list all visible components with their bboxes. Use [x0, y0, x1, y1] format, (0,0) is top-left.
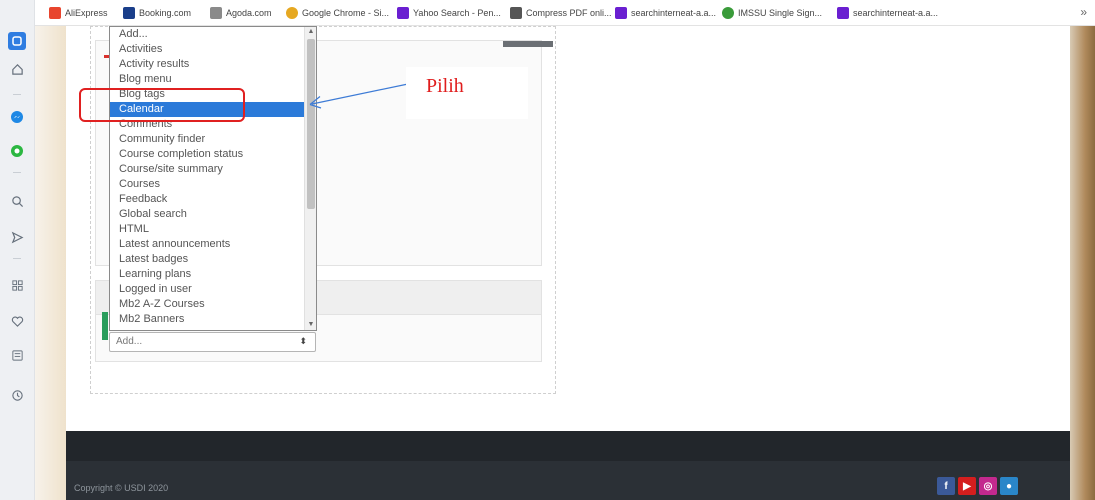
annotation-arrow — [309, 83, 409, 109]
dropdown-option[interactable]: Mb2 Banners — [110, 312, 305, 327]
agoda-icon — [210, 7, 222, 19]
youtube-icon[interactable]: ▶ — [958, 477, 976, 495]
heart-icon[interactable] — [8, 312, 26, 330]
annotation-callout: Pilih — [406, 67, 528, 119]
dropdown-option[interactable]: Logged in user — [110, 282, 305, 297]
facebook-icon[interactable]: f — [937, 477, 955, 495]
aliexpress-icon — [49, 7, 61, 19]
bookmark-agoda[interactable]: Agoda.com — [210, 6, 272, 20]
footer-top-band — [66, 431, 1070, 461]
dropdown-option[interactable]: Latest badges — [110, 252, 305, 267]
home-icon[interactable] — [8, 60, 26, 78]
yahoo-icon — [615, 7, 627, 19]
scroll-up-icon[interactable]: ▲ — [305, 27, 316, 37]
calendar-highlight-box — [79, 88, 245, 122]
block-header-button[interactable] — [503, 41, 553, 47]
bookmark-booking[interactable]: Booking.com — [123, 6, 191, 20]
copyright-text: Copyright © USDI 2020 — [74, 483, 169, 493]
background-strip-left — [35, 26, 66, 500]
background-strip-right — [1070, 26, 1095, 500]
news-icon[interactable] — [8, 346, 26, 364]
apps-icon[interactable] — [8, 276, 26, 294]
dropdown-option[interactable]: Mb2 A-Z Courses — [110, 297, 305, 312]
bookmark-yahoo-search[interactable]: Yahoo Search - Pen... — [397, 6, 501, 20]
dropdown-option[interactable]: Blog menu — [110, 72, 305, 87]
bookmarks-more-button[interactable]: » — [1080, 5, 1087, 19]
bookmark-aliexpress[interactable]: AliExpress — [49, 6, 108, 20]
bookmarks-bar: AliExpress Booking.com Agoda.com Google … — [35, 0, 1095, 26]
dropdown-option[interactable]: Add... — [110, 27, 305, 42]
add-block-dropdown[interactable]: Add... Activities Activity results Blog men… — [109, 26, 317, 331]
footer: Copyright © USDI 2020 f ▶ ◎ ● — [66, 461, 1070, 500]
globe-icon[interactable]: ● — [1000, 477, 1018, 495]
whatsapp-icon[interactable] — [8, 142, 26, 160]
bookmark-searchinterneat-1[interactable]: searchinterneat-a.a... — [615, 6, 716, 20]
history-icon[interactable] — [8, 386, 26, 404]
scroll-down-icon[interactable]: ▼ — [305, 320, 316, 330]
add-block-tab — [102, 312, 108, 340]
bookmark-compress-pdf[interactable]: Compress PDF onli... — [510, 6, 612, 20]
annotation-text: Pilih — [426, 75, 464, 97]
dropdown-option[interactable]: Courses — [110, 177, 305, 192]
add-block-select-value: Add... — [116, 336, 143, 347]
instagram-icon[interactable]: ◎ — [979, 477, 997, 495]
imssu-icon — [722, 7, 734, 19]
dropdown-option[interactable]: Activities — [110, 42, 305, 57]
dropdown-option[interactable]: Activity results — [110, 57, 305, 72]
browser-sidebar — [0, 0, 35, 500]
dropdown-option[interactable]: HTML — [110, 222, 305, 237]
booking-icon — [123, 7, 135, 19]
yahoo-icon — [837, 7, 849, 19]
dropdown-option[interactable]: Course/site summary — [110, 162, 305, 177]
add-block-select[interactable]: Add... ⬍ — [109, 332, 316, 352]
bookmark-google-chrome[interactable]: Google Chrome - Si... — [286, 6, 389, 20]
bookmark-imssu[interactable]: IMSSU Single Sign... — [722, 6, 822, 20]
send-icon[interactable] — [8, 228, 26, 246]
dropdown-option[interactable]: Feedback — [110, 192, 305, 207]
scroll-thumb[interactable] — [307, 39, 315, 209]
search-icon[interactable] — [8, 192, 26, 210]
dropdown-scrollbar[interactable]: ▲ ▼ — [304, 27, 316, 330]
select-arrows-icon: ⬍ — [299, 336, 307, 346]
dropdown-option[interactable]: Learning plans — [110, 267, 305, 282]
chrome-icon — [286, 7, 298, 19]
document-icon — [510, 7, 522, 19]
messenger-icon[interactable] — [8, 108, 26, 126]
dropdown-option[interactable]: Community finder — [110, 132, 305, 147]
dropdown-option[interactable]: Latest announcements — [110, 237, 305, 252]
browser-home-icon[interactable] — [8, 32, 26, 50]
yahoo-icon — [397, 7, 409, 19]
dropdown-option[interactable]: Course completion status — [110, 147, 305, 162]
bookmark-searchinterneat-2[interactable]: searchinterneat-a.a... — [837, 6, 938, 20]
dropdown-option[interactable]: Global search — [110, 207, 305, 222]
